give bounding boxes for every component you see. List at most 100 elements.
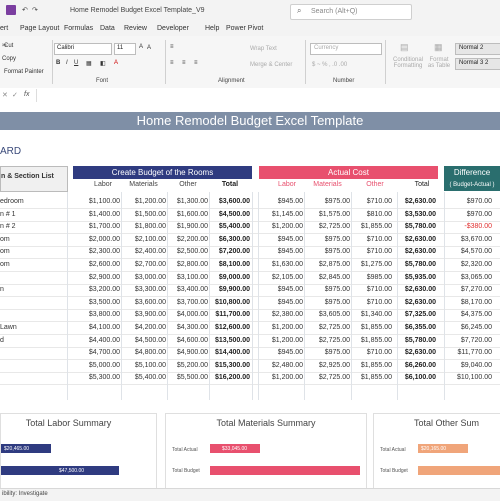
value-cell[interactable]: $2,380.00 [259, 309, 303, 321]
redo-icon[interactable]: ↷ [32, 6, 38, 14]
value-cell[interactable]: $1,600.00 [168, 209, 208, 221]
bold-icon[interactable]: B [56, 60, 60, 66]
difference-cell[interactable]: $11,770.00 [444, 347, 492, 359]
value-cell[interactable]: $7,200.00 [210, 246, 250, 258]
value-cell[interactable]: $11,700.00 [210, 309, 250, 321]
menu-power-pivot[interactable]: Power Pivot [226, 25, 263, 32]
value-cell[interactable]: $975.00 [305, 284, 350, 296]
difference-cell[interactable]: $9,040.00 [444, 360, 492, 372]
conditional-formatting-button[interactable]: Conditional Formatting [390, 57, 426, 69]
value-cell[interactable]: $975.00 [305, 347, 350, 359]
menu-formulas[interactable]: Formulas [64, 25, 93, 32]
menu-insert[interactable]: ert [0, 25, 8, 32]
undo-icon[interactable]: ↶ [22, 6, 28, 14]
section-name-cell[interactable]: n [0, 284, 66, 296]
value-cell[interactable]: $6,100.00 [398, 372, 436, 384]
difference-cell[interactable]: $8,170.00 [444, 297, 492, 309]
value-cell[interactable]: $945.00 [259, 347, 303, 359]
section-name-cell[interactable]: n # 2 [0, 221, 66, 233]
value-cell[interactable]: $12,600.00 [210, 322, 250, 334]
value-cell[interactable]: $1,200.00 [259, 372, 303, 384]
menu-help[interactable]: Help [205, 25, 219, 32]
value-cell[interactable]: $15,300.00 [210, 360, 250, 372]
value-cell[interactable]: $2,630.00 [398, 297, 436, 309]
value-cell[interactable]: $4,300.00 [168, 322, 208, 334]
value-cell[interactable]: $9,900.00 [210, 284, 250, 296]
value-cell[interactable]: $2,500.00 [168, 246, 208, 258]
shrink-font-icon[interactable]: A [147, 45, 151, 51]
align-top-icon[interactable]: ≡ [170, 44, 174, 50]
align-center-icon[interactable]: ≡ [182, 60, 186, 66]
value-cell[interactable]: $2,725.00 [305, 221, 350, 233]
value-cell[interactable]: $1,855.00 [352, 335, 392, 347]
value-cell[interactable]: $7,325.00 [398, 309, 436, 321]
value-cell[interactable]: $2,725.00 [305, 322, 350, 334]
value-cell[interactable]: $4,100.00 [73, 322, 120, 334]
value-cell[interactable]: $1,275.00 [352, 259, 392, 271]
value-cell[interactable]: $2,900.00 [73, 272, 120, 284]
value-cell[interactable]: $1,700.00 [73, 221, 120, 233]
value-cell[interactable]: $945.00 [259, 234, 303, 246]
merge-center-button[interactable]: Merge & Center [250, 62, 292, 68]
cut-button[interactable]: Cut [4, 43, 13, 49]
value-cell[interactable]: $1,500.00 [121, 209, 166, 221]
wrap-text-button[interactable]: Wrap Text [250, 46, 277, 52]
formula-bar[interactable]: ✕ ✓ fx [0, 88, 500, 105]
value-cell[interactable]: $975.00 [305, 196, 350, 208]
font-size-select[interactable]: 11 [114, 43, 136, 55]
value-cell[interactable]: $2,845.00 [305, 272, 350, 284]
value-cell[interactable]: $2,480.00 [259, 360, 303, 372]
section-name-cell[interactable] [0, 297, 66, 309]
value-cell[interactable]: $710.00 [352, 196, 392, 208]
value-cell[interactable]: $3,100.00 [168, 272, 208, 284]
value-cell[interactable]: $2,800.00 [168, 259, 208, 271]
borders-icon[interactable]: ▦ [86, 60, 92, 67]
value-cell[interactable]: $2,100.00 [121, 234, 166, 246]
search-input[interactable]: ⌕ Search (Alt+Q) [290, 4, 412, 20]
value-cell[interactable]: $1,200.00 [259, 322, 303, 334]
value-cell[interactable]: $710.00 [352, 297, 392, 309]
value-cell[interactable]: $3,530.00 [398, 209, 436, 221]
format-as-table-button[interactable]: Format as Table [426, 57, 452, 69]
value-cell[interactable]: $1,200.00 [121, 196, 166, 208]
value-cell[interactable]: $8,100.00 [210, 259, 250, 271]
value-cell[interactable]: $975.00 [305, 234, 350, 246]
accessibility-status[interactable]: ibility: Investigate [2, 491, 48, 497]
value-cell[interactable]: $710.00 [352, 246, 392, 258]
value-cell[interactable]: $1,340.00 [352, 309, 392, 321]
save-icon[interactable] [6, 5, 16, 15]
value-cell[interactable]: $3,300.00 [121, 284, 166, 296]
value-cell[interactable]: $1,400.00 [73, 209, 120, 221]
section-name-cell[interactable]: d [0, 335, 66, 347]
copy-button[interactable]: Copy [2, 56, 16, 62]
difference-cell[interactable]: $7,720.00 [444, 335, 492, 347]
difference-cell[interactable]: $10,100.00 [444, 372, 492, 384]
difference-cell[interactable]: $7,270.00 [444, 284, 492, 296]
value-cell[interactable]: $4,800.00 [121, 347, 166, 359]
value-cell[interactable]: $5,400.00 [121, 372, 166, 384]
value-cell[interactable]: $4,900.00 [168, 347, 208, 359]
value-cell[interactable]: $710.00 [352, 234, 392, 246]
value-cell[interactable]: $1,200.00 [259, 221, 303, 233]
currency-icon[interactable]: $ ~ % ‚ .0 .00 [312, 62, 347, 68]
value-cell[interactable]: $1,800.00 [121, 221, 166, 233]
value-cell[interactable]: $4,200.00 [121, 322, 166, 334]
style-normal-3-2[interactable]: Normal 3 2 [455, 58, 500, 70]
value-cell[interactable]: $5,500.00 [168, 372, 208, 384]
value-cell[interactable]: $3,200.00 [73, 284, 120, 296]
value-cell[interactable]: $4,500.00 [121, 335, 166, 347]
value-cell[interactable]: $945.00 [259, 284, 303, 296]
value-cell[interactable]: $710.00 [352, 284, 392, 296]
value-cell[interactable]: $975.00 [305, 297, 350, 309]
value-cell[interactable]: $5,300.00 [73, 372, 120, 384]
value-cell[interactable]: $2,630.00 [398, 347, 436, 359]
value-cell[interactable]: $1,855.00 [352, 360, 392, 372]
value-cell[interactable]: $3,000.00 [121, 272, 166, 284]
value-cell[interactable]: $4,600.00 [168, 335, 208, 347]
value-cell[interactable]: $2,105.00 [259, 272, 303, 284]
difference-cell[interactable]: $2,320.00 [444, 259, 492, 271]
value-cell[interactable]: $945.00 [259, 297, 303, 309]
section-name-cell[interactable] [0, 347, 66, 359]
value-cell[interactable]: $2,630.00 [398, 196, 436, 208]
value-cell[interactable]: $5,935.00 [398, 272, 436, 284]
